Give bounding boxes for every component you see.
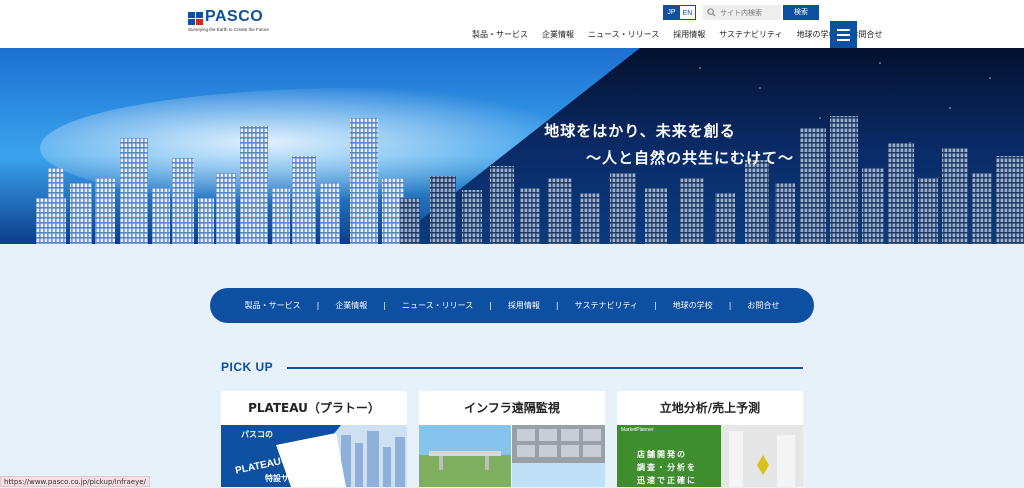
hero-subheadline: 〜人と自然の共生にむけて〜 bbox=[585, 149, 794, 167]
nav-news[interactable]: ニュース・リリース bbox=[588, 29, 659, 40]
logo-tagline: Surveying the Earth to Create the Future bbox=[188, 27, 270, 32]
subnav-earth-school[interactable]: 地球の学校 bbox=[673, 300, 713, 311]
subnav-products[interactable]: 製品・サービス bbox=[245, 300, 301, 311]
nav-company[interactable]: 企業情報 bbox=[542, 29, 574, 40]
status-bar-url: https://www.pasco.co.jp/pickup/infraeye/ bbox=[0, 476, 150, 487]
pickup-heading: PICK UP bbox=[221, 360, 274, 374]
subnav-news[interactable]: ニュース・リリース bbox=[402, 300, 473, 311]
card-title: 立地分析/売上予測 bbox=[659, 401, 761, 415]
subnav-recruit[interactable]: 採用情報 bbox=[508, 300, 540, 311]
subnav-separator: | bbox=[316, 301, 320, 310]
subnav-separator: | bbox=[383, 301, 387, 310]
hero-headline: 地球をはかり、未来を創る bbox=[544, 122, 736, 140]
infra-monitoring-image bbox=[419, 425, 605, 487]
nav-recruit[interactable]: 採用情報 bbox=[673, 29, 705, 40]
subnav-contact[interactable]: お問合せ bbox=[747, 300, 779, 311]
pickup-card-infra[interactable]: インフラ遠隔監視 bbox=[419, 391, 605, 487]
sub-nav-bar: 製品・サービス | 企業情報 | ニュース・リリース | 採用情報 | サステナ… bbox=[210, 288, 814, 323]
hamburger-menu-button[interactable] bbox=[830, 21, 857, 48]
hero-banner: 地球をはかり、未来を創る 〜人と自然の共生にむけて〜 bbox=[0, 48, 1024, 244]
subnav-separator: | bbox=[653, 301, 657, 310]
market-planner-badge: MarketPlanner bbox=[621, 427, 654, 433]
banner-line-1: パスコの bbox=[241, 430, 273, 439]
subnav-separator: | bbox=[489, 301, 492, 310]
lang-en-button[interactable]: EN bbox=[679, 5, 696, 20]
market-line-1: 店舗開発の bbox=[637, 450, 687, 459]
search-button[interactable]: 検索 bbox=[783, 5, 819, 20]
lang-jp-button[interactable]: JP bbox=[663, 5, 680, 20]
logo-text: PASCO bbox=[205, 8, 264, 25]
nav-products[interactable]: 製品・サービス bbox=[472, 29, 528, 40]
site-header: PASCO Surveying the Earth to Create the … bbox=[0, 0, 1024, 48]
banner-line-3: 特設サイト bbox=[265, 474, 305, 483]
subnav-sustainability[interactable]: サステナビリティ bbox=[575, 300, 638, 311]
search-box bbox=[703, 5, 781, 20]
market-planner-image: MarketPlanner 店舗開発の 調査・分析を 迅速で正確に bbox=[617, 425, 803, 487]
search-input[interactable] bbox=[720, 5, 780, 20]
subnav-separator: | bbox=[728, 301, 732, 310]
search-icon bbox=[707, 8, 716, 17]
market-line-2: 調査・分析を bbox=[637, 463, 697, 472]
market-line-3: 迅速で正確に bbox=[637, 476, 697, 485]
card-title: PLATEAU（プラトー） bbox=[248, 401, 380, 415]
card-title: インフラ遠隔監視 bbox=[464, 401, 560, 415]
nav-sustainability[interactable]: サステナビリティ bbox=[719, 29, 782, 40]
global-nav: 製品・サービス 企業情報 ニュース・リリース 採用情報 サステナビリティ 地球の… bbox=[472, 29, 883, 40]
hamburger-icon bbox=[837, 29, 850, 31]
hero-cityscape-image bbox=[0, 48, 1024, 244]
plateau-banner-image: パスコの PLATEAU 特設サイト bbox=[221, 425, 407, 487]
subnav-company[interactable]: 企業情報 bbox=[335, 300, 367, 311]
pickup-card-market[interactable]: 立地分析/売上予測 MarketPlanner 店舗開発の 調査・分析を 迅速で… bbox=[617, 391, 803, 487]
pickup-card-plateau[interactable]: PLATEAU（プラトー） パスコの PLATEAU 特設サイト bbox=[221, 391, 407, 487]
pickup-divider bbox=[287, 367, 803, 369]
subnav-separator: | bbox=[555, 301, 559, 310]
pasco-logo-mark-icon bbox=[188, 12, 203, 25]
